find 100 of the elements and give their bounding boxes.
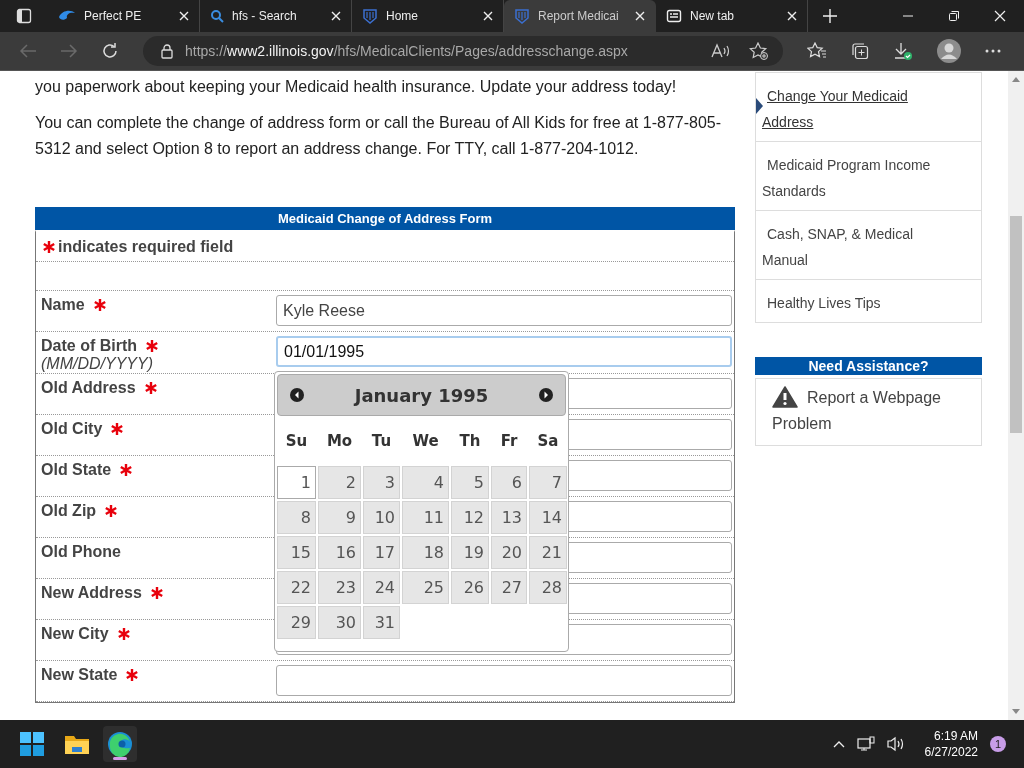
tab-title: hfs - Search [232, 9, 298, 23]
browser-tab[interactable]: Report Medicai [504, 0, 656, 32]
chevron-up-icon[interactable] [832, 740, 845, 748]
swirl-icon [58, 9, 76, 23]
day-cell[interactable]: 8 [277, 501, 316, 534]
clock-time: 6:19 AM [933, 728, 978, 744]
more-icon[interactable] [985, 49, 1001, 53]
input-field[interactable] [276, 665, 732, 696]
day-cell[interactable]: 17 [363, 536, 400, 569]
day-cell[interactable]: 27 [491, 571, 527, 604]
day-cell[interactable]: 22 [277, 571, 316, 604]
day-cell[interactable]: 3 [363, 466, 400, 499]
day-cell[interactable]: 29 [277, 606, 316, 639]
profile-icon[interactable] [937, 39, 961, 63]
clock[interactable]: 6:19 AM 6/27/2022 [924, 728, 978, 760]
tab-actions-icon[interactable] [16, 8, 32, 24]
day-cell[interactable]: 10 [363, 501, 400, 534]
field-label: New Address [41, 584, 142, 602]
day-cell[interactable]: 28 [529, 571, 567, 604]
network-icon[interactable] [856, 736, 875, 752]
month-title: January 1995 [354, 384, 489, 406]
notification-badge[interactable]: 1 [990, 736, 1006, 752]
day-cell[interactable]: 11 [402, 501, 449, 534]
field-label: New City [41, 625, 109, 643]
close-icon[interactable] [179, 11, 189, 21]
weekday-label: Tu [370, 432, 393, 450]
lock-icon [161, 43, 173, 59]
scrollbar[interactable] [1008, 71, 1024, 720]
restore-icon[interactable] [948, 10, 960, 22]
sidebar-link[interactable]: Medicaid Program Income Standards [755, 141, 982, 211]
field-label: Old State [41, 461, 112, 479]
clock-date: 6/27/2022 [924, 744, 978, 760]
day-cell[interactable]: 12 [451, 501, 489, 534]
close-icon[interactable] [994, 10, 1006, 22]
report-problem-link[interactable]: Report a Webpage Problem [772, 385, 971, 437]
day-cell[interactable]: 18 [402, 536, 449, 569]
sidebar-link[interactable]: Change Your Medicaid Address [755, 72, 982, 142]
address-bar[interactable]: https://www2.illinois.gov/hfs/MedicalClients/Pages/addresschange.aspx [143, 36, 783, 66]
volume-icon[interactable] [886, 736, 905, 752]
weekday-label: We [411, 432, 440, 450]
warning-icon [772, 386, 798, 408]
refresh-icon[interactable] [101, 42, 119, 60]
day-cell[interactable]: 20 [491, 536, 527, 569]
input-field[interactable]: 01/01/1995 [276, 336, 732, 367]
day-cell[interactable]: 7 [529, 466, 567, 499]
tab-title: Perfect PE [84, 9, 143, 23]
day-cell[interactable]: 15 [277, 536, 316, 569]
weekday-label: Fr [499, 432, 519, 450]
search-icon [210, 9, 224, 23]
crest-icon [514, 8, 530, 24]
day-cell[interactable]: 31 [363, 606, 400, 639]
add-favorite-icon[interactable] [749, 42, 769, 60]
sidebar-link[interactable]: Healthy Lives Tips [755, 279, 982, 323]
day-cell[interactable]: 4 [402, 466, 449, 499]
day-cell[interactable]: 19 [451, 536, 489, 569]
day-cell[interactable]: 13 [491, 501, 527, 534]
scrollbar-thumb[interactable] [1010, 216, 1022, 433]
tab-title: New tab [690, 9, 736, 23]
download-icon[interactable] [893, 41, 913, 61]
scroll-down-icon[interactable] [1012, 709, 1020, 714]
day-cell[interactable]: 25 [402, 571, 449, 604]
close-icon[interactable] [331, 11, 341, 21]
new-tab-icon[interactable] [822, 8, 838, 24]
next-month-icon[interactable] [539, 388, 553, 402]
close-icon[interactable] [635, 11, 645, 21]
day-cell[interactable]: 24 [363, 571, 400, 604]
tab-title: Home [386, 9, 419, 23]
read-aloud-icon[interactable] [711, 43, 731, 59]
sidebar-link[interactable]: Cash, SNAP, & Medical Manual [755, 210, 982, 280]
day-cell[interactable]: 14 [529, 501, 567, 534]
browser-taskbar-button[interactable] [103, 726, 137, 762]
weekday-label: Th [458, 432, 482, 450]
previous-month-icon[interactable] [290, 388, 304, 402]
day-cell[interactable]: 5 [451, 466, 489, 499]
required-note: indicates required field [58, 237, 234, 256]
field-label: Old Zip [41, 502, 97, 520]
assistance-title: Need Assistance? [755, 357, 982, 375]
body-text: You can complete the change of address form or call the Bureau of All Kids for free at 1-877-805-5312 and select Option 8 to report an address change. For TTY, call 1-877-204-1012. [35, 113, 723, 159]
scroll-up-icon[interactable] [1012, 77, 1020, 82]
windows-icon[interactable] [20, 732, 44, 756]
day-cell[interactable]: 9 [318, 501, 361, 534]
day-cell[interactable]: 16 [318, 536, 361, 569]
day-cell[interactable]: 30 [318, 606, 361, 639]
day-cell[interactable]: 21 [529, 536, 567, 569]
collections-icon[interactable] [851, 42, 869, 60]
day-cell[interactable]: 23 [318, 571, 361, 604]
asterisk-icon [42, 239, 56, 254]
day-cell[interactable]: 2 [318, 466, 361, 499]
input-field[interactable]: Kyle Reese [276, 295, 732, 326]
favorites-icon[interactable] [807, 42, 827, 60]
day-cell[interactable]: 1 [277, 466, 316, 499]
folder-icon[interactable] [64, 733, 90, 755]
weekday-label: Su [284, 432, 309, 450]
crest-icon [362, 8, 378, 24]
tab-title: Report Medicai [538, 9, 620, 23]
close-icon[interactable] [483, 11, 493, 21]
day-cell[interactable]: 6 [491, 466, 527, 499]
field-label: Old Address [41, 379, 136, 397]
close-icon[interactable] [787, 11, 797, 21]
day-cell[interactable]: 26 [451, 571, 489, 604]
